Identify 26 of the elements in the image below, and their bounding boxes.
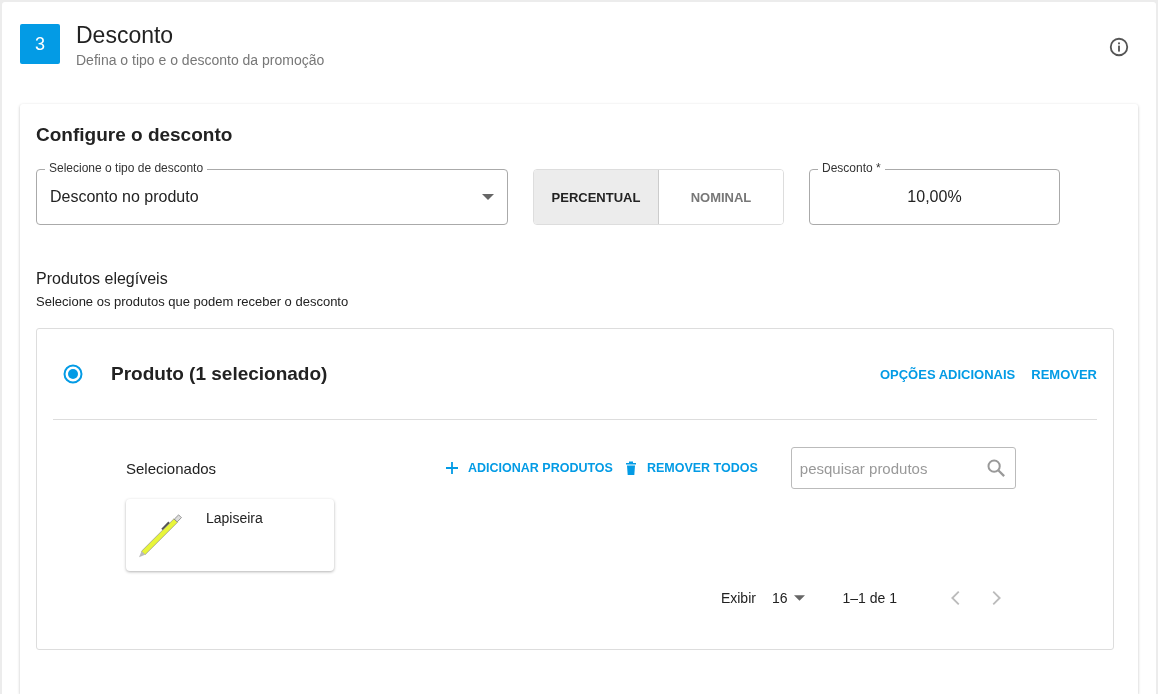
dropdown-caret-icon bbox=[482, 194, 494, 200]
step-number-badge: 3 bbox=[20, 24, 60, 64]
product-card[interactable]: Lapiseira bbox=[126, 499, 334, 571]
step-subtitle: Defina o tipo e o desconto da promoção bbox=[76, 52, 325, 68]
field-value: 10,00% bbox=[907, 188, 962, 206]
step-title: Desconto bbox=[76, 22, 175, 49]
field-label: Selecione o tipo de desconto bbox=[45, 161, 208, 175]
discount-mode-tab[interactable]: NOMINAL bbox=[658, 170, 783, 224]
eligible-products-title: Produtos elegíveis bbox=[36, 270, 169, 288]
search-icon bbox=[985, 458, 1006, 478]
discount-mode-tab[interactable]: PERCENTUAL bbox=[534, 170, 658, 224]
select-value: Desconto no produto bbox=[50, 188, 199, 206]
page-size-select[interactable]: 16 bbox=[771, 590, 805, 606]
page-range: 1–1 de 1 bbox=[842, 590, 897, 606]
plus-icon bbox=[444, 460, 460, 476]
radio-button[interactable] bbox=[63, 364, 83, 384]
field-label: Desconto * bbox=[818, 161, 885, 175]
eligible-products-description: Selecione os produtos que podem receber o desconto bbox=[36, 294, 350, 309]
selected-label: Selecionados bbox=[126, 459, 218, 477]
product-group-title: Produto (1 selecionado) bbox=[111, 363, 329, 385]
info-icon[interactable] bbox=[1108, 36, 1130, 58]
dropdown-caret-icon bbox=[793, 595, 805, 601]
page-size-label: Exibir bbox=[720, 590, 756, 606]
section-title: Configure o desconto bbox=[36, 124, 234, 146]
search-field[interactable]: pesquisar produtos bbox=[790, 447, 1016, 489]
product-name: Lapiseira bbox=[206, 510, 263, 526]
